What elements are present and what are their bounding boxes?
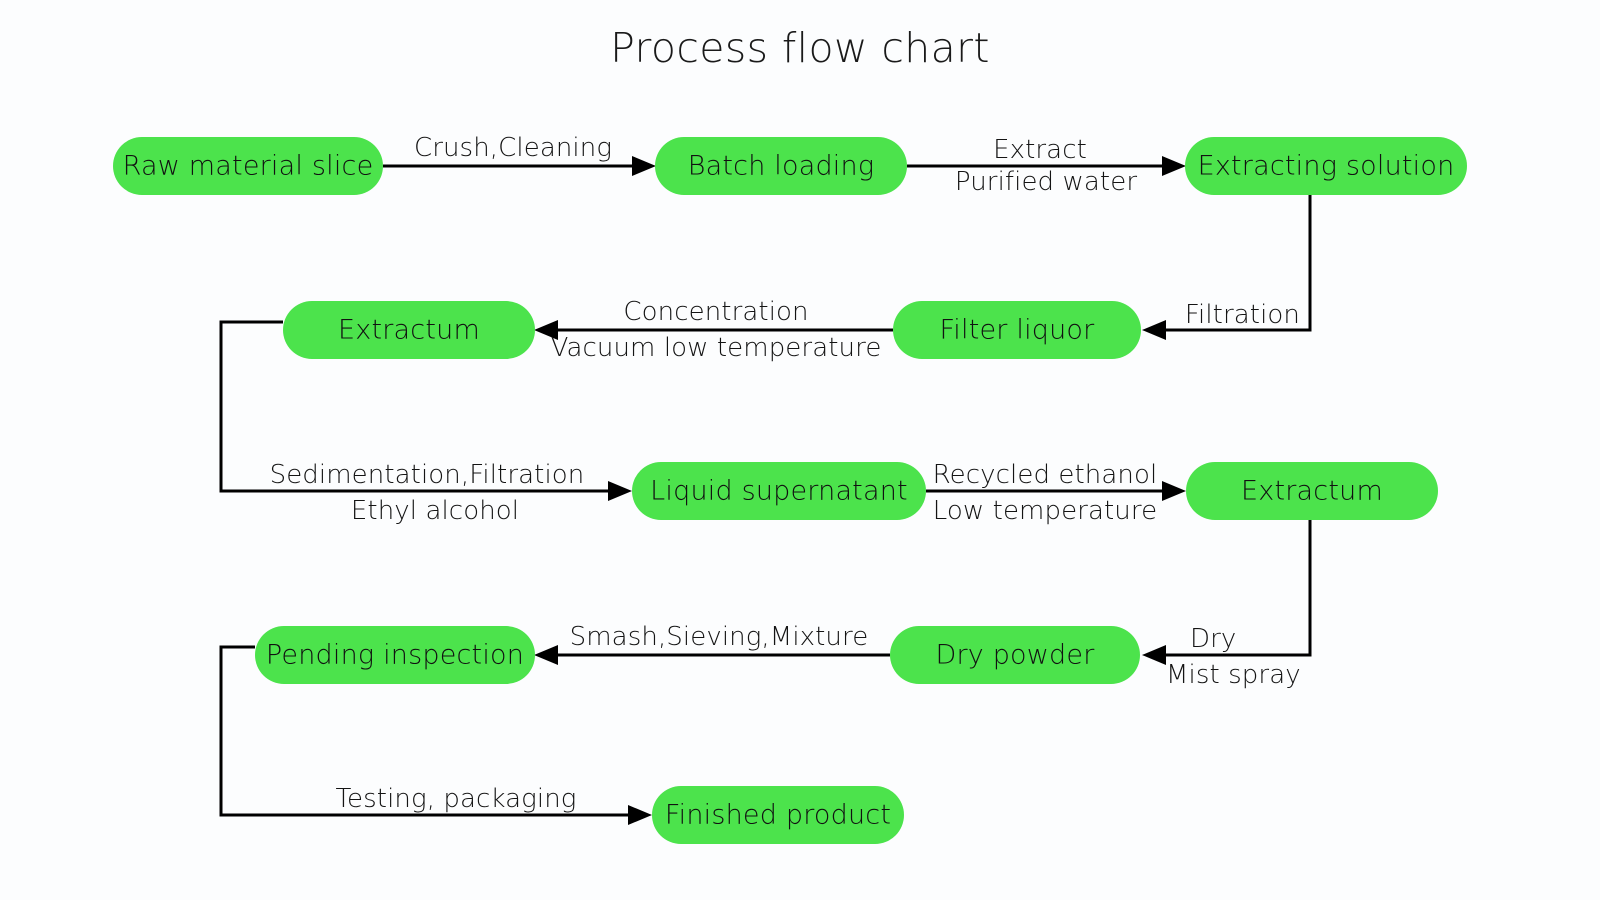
node-extractum-1[interactable]: Extractum [283, 301, 535, 359]
arrow-head-icon [632, 156, 656, 176]
node-raw-material-slice[interactable]: Raw material slice [113, 137, 383, 195]
edge-label-mist-spray: Mist spray [1166, 660, 1301, 690]
node-batch-loading[interactable]: Batch loading [655, 137, 907, 195]
node-filter-liquor[interactable]: Filter liquor [893, 301, 1141, 359]
arrow-head-icon [534, 645, 558, 665]
edge-label-crush-cleaning: Crush,Cleaning [414, 133, 612, 163]
edge-dry-mist-spray: Dry Mist spray [1142, 520, 1310, 690]
arrow-head-icon [608, 481, 632, 501]
node-dry-powder[interactable]: Dry powder [890, 626, 1140, 684]
node-liquid-supernatant[interactable]: Liquid supernatant [632, 462, 926, 520]
node-label: Filter liquor [940, 315, 1096, 346]
node-label: Batch loading [688, 151, 874, 182]
node-label: Pending inspection [266, 640, 524, 671]
node-pending-inspection[interactable]: Pending inspection [255, 626, 535, 684]
edge-label-ethyl-alcohol: Ethyl alcohol [351, 496, 519, 526]
node-label: Extracting solution [1198, 151, 1455, 182]
arrow-head-icon [1142, 645, 1166, 665]
arrow-head-icon [1162, 481, 1186, 501]
node-label: Finished product [665, 800, 891, 831]
arrow-head-icon [628, 805, 652, 825]
node-label: Dry powder [935, 640, 1095, 671]
edge-label-recycled-ethanol: Recycled ethanol [933, 460, 1158, 490]
arrow-head-icon [1162, 156, 1186, 176]
edge-label-low-temperature: Low temperature [933, 496, 1157, 526]
edge-concentration-vacuum: Concentration Vacuum low temperature [534, 297, 893, 363]
edge-label-vacuum-low-temperature: Vacuum low temperature [551, 333, 882, 363]
arrow-head-icon [1142, 320, 1166, 340]
edge-smash-sieving-mixture: Smash,Sieving,Mixture [534, 622, 890, 665]
node-label: Extractum [1241, 476, 1383, 507]
edge-label-testing-packaging: Testing, packaging [335, 784, 576, 814]
edge-label-dry: Dry [1190, 624, 1236, 654]
page-title: Process flow chart [610, 24, 990, 72]
node-extracting-solution[interactable]: Extracting solution [1185, 137, 1467, 195]
node-label: Raw material slice [123, 151, 374, 182]
edge-label-filtration: Filtration [1185, 300, 1300, 330]
process-flow-chart: Process flow chart Crush,Cleaning Extrac… [0, 0, 1600, 900]
edge-label-smash-sieving-mixture: Smash,Sieving,Mixture [570, 622, 869, 652]
edge-label-sedimentation-filtration: Sedimentation,Filtration [270, 460, 585, 490]
edge-crush-cleaning: Crush,Cleaning [383, 133, 656, 176]
node-label: Extractum [338, 315, 480, 346]
edge-label-purified-water: Purified water [955, 167, 1137, 197]
node-extractum-2[interactable]: Extractum [1186, 462, 1438, 520]
flow-chart-canvas: Process flow chart Crush,Cleaning Extrac… [0, 0, 1600, 900]
node-label: Liquid supernatant [650, 476, 908, 507]
node-finished-product[interactable]: Finished product [652, 786, 904, 844]
edge-label-concentration: Concentration [623, 297, 808, 327]
edge-recycled-ethanol-low-temperature: Recycled ethanol Low temperature [926, 460, 1186, 526]
edge-extract-purified-water: Extract Purified water [907, 135, 1186, 197]
edge-filtration: Filtration [1142, 195, 1310, 340]
edge-label-extract: Extract [993, 135, 1087, 165]
